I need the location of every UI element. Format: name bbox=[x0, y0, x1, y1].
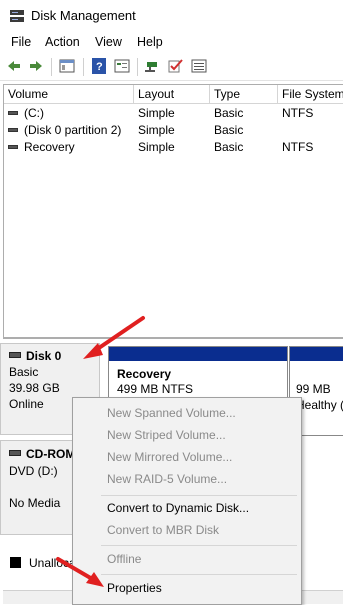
drive-icon bbox=[8, 111, 18, 115]
menu-action[interactable]: Action bbox=[45, 35, 80, 49]
connect-icon[interactable] bbox=[144, 57, 162, 75]
table-row[interactable]: (Disk 0 partition 2) Simple Basic bbox=[4, 122, 343, 139]
drive-icon bbox=[8, 145, 18, 149]
table-row[interactable]: Recovery Simple Basic NTFS bbox=[4, 139, 343, 156]
help-icon[interactable]: ? bbox=[90, 57, 108, 75]
toolbar: ? bbox=[0, 54, 343, 81]
menu-item-new-striped-volume[interactable]: New Striped Volume... bbox=[73, 424, 301, 446]
disk-icon bbox=[9, 352, 21, 358]
menu-separator bbox=[101, 545, 297, 546]
volume-name: Recovery bbox=[24, 140, 75, 154]
legend-unallocated-label: Unalloca bbox=[29, 556, 76, 570]
menu-file[interactable]: File bbox=[11, 35, 31, 49]
context-menu: New Spanned Volume... New Striped Volume… bbox=[72, 397, 302, 605]
drive-icon bbox=[8, 128, 18, 132]
volume-type: Basic bbox=[214, 106, 244, 120]
volume-type: Basic bbox=[214, 123, 244, 137]
partition-status: Healthy ( bbox=[296, 398, 343, 412]
disk-management-app-icon bbox=[9, 9, 25, 23]
menu-bar: File Action View Help bbox=[0, 32, 343, 52]
volume-file-system: NTFS bbox=[282, 140, 314, 154]
menu-item-convert-to-dynamic-disk[interactable]: Convert to Dynamic Disk... bbox=[73, 497, 301, 519]
menu-item-new-spanned-volume[interactable]: New Spanned Volume... bbox=[73, 402, 301, 424]
column-header-volume[interactable]: Volume bbox=[4, 85, 134, 103]
legend-unallocated: Unalloca bbox=[3, 550, 76, 576]
partition-detail: 499 MB NTFS bbox=[117, 382, 194, 396]
forward-icon[interactable] bbox=[27, 57, 45, 75]
disk-name: CD-ROM bbox=[26, 447, 76, 461]
cdrom-status: No Media bbox=[9, 496, 61, 510]
volume-list-header: Volume Layout Type File System bbox=[4, 85, 343, 104]
properties-icon[interactable] bbox=[113, 57, 131, 75]
cdrom-icon bbox=[9, 450, 21, 456]
volume-type: Basic bbox=[214, 140, 244, 154]
volume-layout: Simple bbox=[138, 140, 175, 154]
menu-separator bbox=[101, 574, 297, 575]
unallocated-swatch bbox=[10, 557, 21, 568]
volume-layout: Simple bbox=[138, 106, 175, 120]
menu-view[interactable]: View bbox=[95, 35, 122, 49]
menu-item-properties[interactable]: Properties bbox=[73, 577, 301, 599]
volume-name: (C:) bbox=[24, 106, 44, 120]
disk-size: 39.98 GB bbox=[9, 381, 60, 395]
menu-item-new-raid5-volume[interactable]: New RAID-5 Volume... bbox=[73, 468, 301, 490]
menu-item-new-mirrored-volume[interactable]: New Mirrored Volume... bbox=[73, 446, 301, 468]
show-hide-console-tree-icon[interactable] bbox=[58, 57, 76, 75]
cdrom-drive-letter: DVD (D:) bbox=[9, 464, 58, 478]
back-icon[interactable] bbox=[5, 57, 23, 75]
menu-item-convert-to-mbr-disk[interactable]: Convert to MBR Disk bbox=[73, 519, 301, 541]
column-header-file-system[interactable]: File System bbox=[278, 85, 343, 103]
partition-name: Recovery bbox=[117, 367, 172, 381]
partition-size: 99 MB bbox=[296, 382, 331, 396]
menu-item-offline[interactable]: Offline bbox=[73, 548, 301, 570]
disk-status: Online bbox=[9, 397, 44, 411]
window-title: Disk Management bbox=[31, 8, 136, 23]
partition-header-stripe bbox=[290, 347, 343, 361]
disk-name: Disk 0 bbox=[26, 349, 62, 363]
partition-header-stripe bbox=[109, 347, 287, 361]
check-icon[interactable] bbox=[167, 57, 185, 75]
table-row[interactable]: (C:) Simple Basic NTFS bbox=[4, 105, 343, 122]
volume-name: (Disk 0 partition 2) bbox=[24, 123, 122, 137]
volume-layout: Simple bbox=[138, 123, 175, 137]
column-header-layout[interactable]: Layout bbox=[134, 85, 210, 103]
volume-list: Volume Layout Type File System (C:) Simp… bbox=[3, 84, 343, 338]
menu-separator bbox=[101, 495, 297, 496]
svg-text:?: ? bbox=[96, 61, 103, 73]
column-header-type[interactable]: Type bbox=[210, 85, 278, 103]
disk-type: Basic bbox=[9, 365, 39, 379]
title-bar: Disk Management bbox=[0, 0, 343, 32]
list-icon[interactable] bbox=[190, 57, 208, 75]
menu-help[interactable]: Help bbox=[137, 35, 163, 49]
volume-file-system: NTFS bbox=[282, 106, 314, 120]
